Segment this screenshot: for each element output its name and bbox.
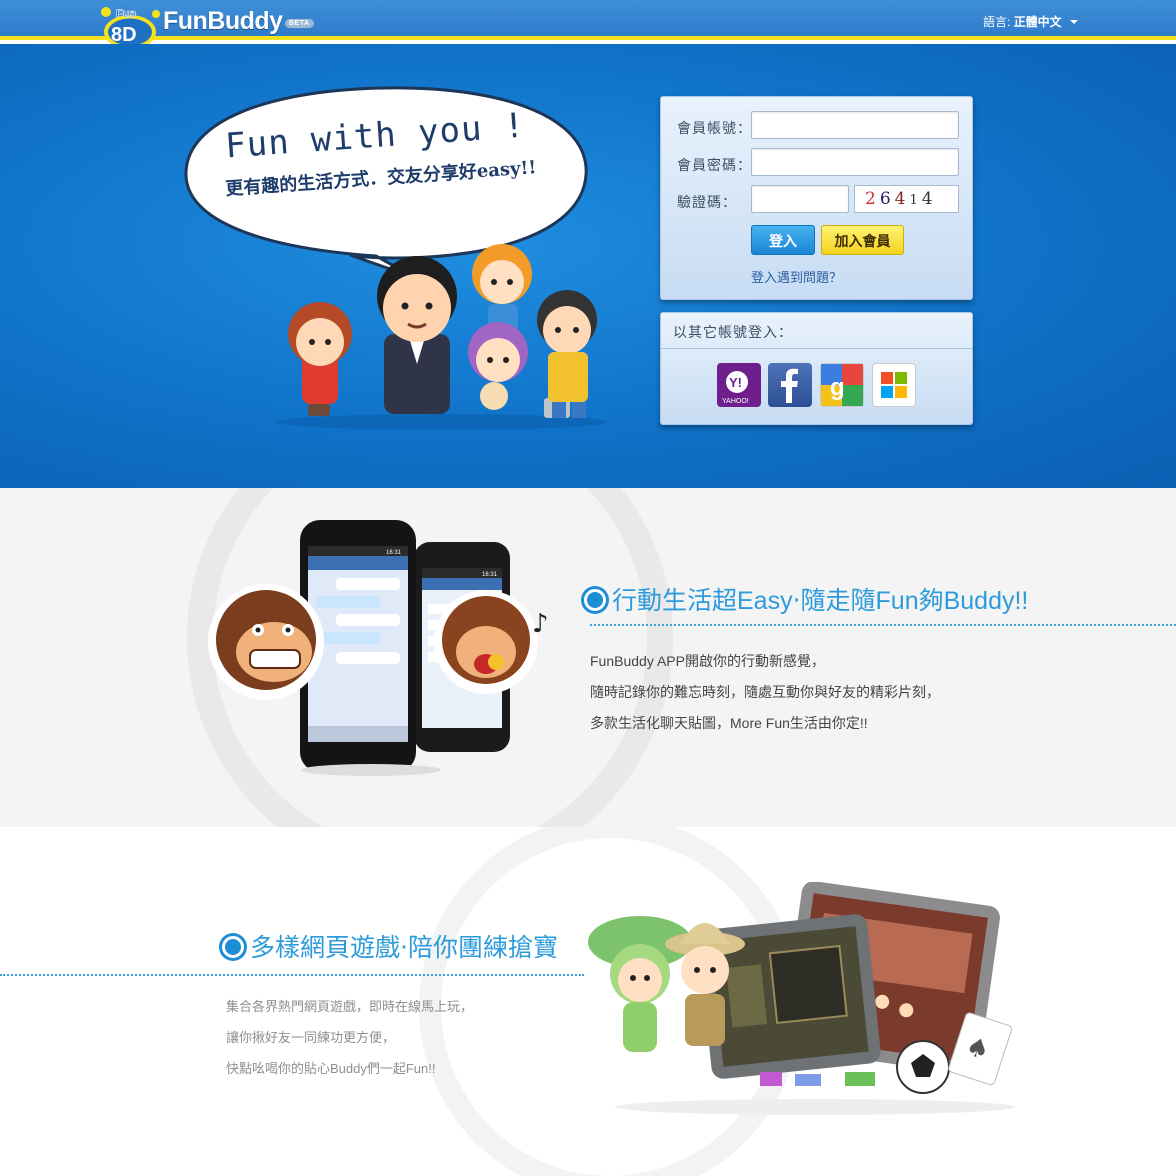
- fun8d-logo-icon[interactable]: Fun 8D: [98, 2, 162, 50]
- mobile-feature-section: 16:31 16:31 ♪ 行動生活超Easy‧隨走隨Fun夠Buddy!! F…: [0, 488, 1176, 827]
- social-login-title: 以其它帳號登入：: [673, 324, 793, 340]
- svg-text:♪: ♪: [532, 609, 549, 639]
- games-section-title-text: 多樣網頁遊戲‧陪你團練搶寶: [250, 934, 558, 962]
- site-logo-text[interactable]: FunBuddy: [163, 7, 283, 36]
- cartoon-characters-illustration: [277, 244, 607, 430]
- phone-clock: 16:31: [386, 550, 402, 556]
- login-button[interactable]: 登入: [751, 225, 815, 255]
- captcha-digit: 6: [879, 189, 895, 209]
- mobile-section-title-text: 行動生活超Easy‧隨走隨Fun夠Buddy!!: [612, 587, 1029, 615]
- description-line: FunBuddy APP開啟你的行動新感覺，: [590, 653, 825, 669]
- mobile-app-illustration: 16:31 16:31 ♪: [208, 520, 549, 776]
- social-login-panel: 以其它帳號登入： Y! YAHOO! g: [660, 312, 973, 425]
- games-feature-section: 多樣網頁遊戲‧陪你團練搶寶 集合各界熱門網頁遊戲，即時在線馬上玩， 讓你揪好友一…: [0, 827, 1176, 1176]
- top-header: Fun 8D FunBuddy BETA 語言: 正體中文: [0, 0, 1176, 49]
- description-line: 隨時記錄你的難忘時刻，隨處互動你與好友的精彩片刻，: [590, 684, 940, 700]
- dotted-divider: [590, 624, 1176, 626]
- divider: [661, 348, 972, 349]
- bullet-circle-icon: [584, 589, 606, 611]
- mobile-section-description: FunBuddy APP開啟你的行動新感覺， 隨時記錄你的難忘時刻，隨處互動你與…: [590, 646, 940, 739]
- svg-text:Y!: Y!: [729, 375, 742, 390]
- password-label: 會員密碼：: [677, 157, 752, 173]
- hero-banner: Fun with you ! 更有趣的生活方式．交友分享好easy!! 會員帳號…: [0, 44, 1176, 488]
- account-row: 會員帳號：: [661, 111, 974, 141]
- microsoft-icon[interactable]: [872, 363, 916, 407]
- captcha-input[interactable]: [751, 185, 849, 213]
- svg-text:g: g: [830, 374, 845, 401]
- captcha-digit: 4: [894, 189, 910, 209]
- mobile-section-title: 行動生活超Easy‧隨走隨Fun夠Buddy!!: [584, 581, 1028, 617]
- language-value: 正體中文: [1013, 15, 1062, 29]
- description-line: 讓你揪好友一同練功更方便，: [226, 1030, 396, 1045]
- yahoo-icon[interactable]: Y! YAHOO!: [717, 363, 761, 407]
- description-line: 集合各界熱門網頁遊戲，即時在線馬上玩，: [226, 999, 474, 1014]
- password-input[interactable]: [751, 148, 959, 176]
- captcha-label: 驗證碼：: [677, 194, 737, 210]
- captcha-row: 驗證碼： 26414: [661, 185, 974, 215]
- language-label: 語言:: [982, 15, 1011, 29]
- chevron-down-icon: [1070, 20, 1078, 24]
- dotted-divider: [0, 974, 584, 976]
- description-line: 多款生活化聊天貼圖，More Fun生活由你定!!: [590, 715, 868, 731]
- join-member-button[interactable]: 加入會員: [821, 225, 904, 255]
- login-help-link[interactable]: 登入遇到問題？: [751, 267, 842, 286]
- captcha-image[interactable]: 26414: [854, 185, 959, 213]
- facebook-icon[interactable]: [768, 363, 812, 407]
- google-icon[interactable]: g: [820, 363, 864, 407]
- account-input[interactable]: [751, 111, 959, 139]
- svg-text:Fun: Fun: [116, 8, 136, 20]
- account-label: 會員帳號：: [677, 120, 752, 136]
- games-section-title: 多樣網頁遊戲‧陪你團練搶寶: [222, 928, 558, 964]
- captcha-digit: 1: [909, 193, 922, 208]
- description-line: 快點吆喝你的貼心Buddy們一起Fun!!: [226, 1061, 436, 1076]
- captcha-digit: 2: [865, 189, 880, 209]
- beta-badge: BETA: [285, 19, 314, 28]
- svg-text:8D: 8D: [111, 24, 137, 46]
- language-selector[interactable]: 語言: 正體中文: [983, 13, 1078, 30]
- bullet-circle-icon: [222, 936, 244, 958]
- phone-clock: 16:31: [482, 572, 498, 578]
- games-section-description: 集合各界熱門網頁遊戲，即時在線馬上玩， 讓你揪好友一同練功更方便， 快點吆喝你的…: [226, 991, 473, 1084]
- password-row: 會員密碼：: [661, 148, 974, 178]
- login-panel: 會員帳號： 會員密碼： 驗證碼： 26414 登入 加入會員 登入遇到問題？: [660, 96, 973, 300]
- web-games-illustration: ♠: [588, 882, 1015, 1115]
- captcha-digit: 4: [921, 189, 937, 209]
- yahoo-wordmark: YAHOO!: [722, 398, 749, 405]
